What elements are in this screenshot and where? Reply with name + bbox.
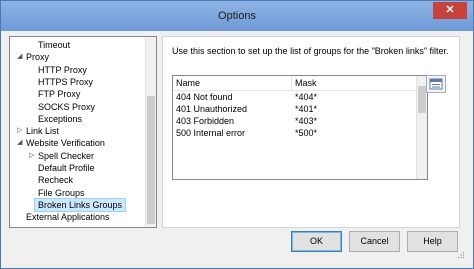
expand-arrow-icon[interactable]: ▷ [29,150,34,162]
tree-item-label: FTP Proxy [38,89,81,100]
panel-description: Use this section to set up the list of g… [172,46,449,56]
tree-item-label: Default Profile [38,163,95,173]
title-bar[interactable]: Options ✕ [1,1,473,31]
expand-arrow-icon[interactable]: ▷ [17,125,22,137]
tree-item-label: Recheck [38,175,74,186]
tree-scrollbar[interactable] [145,37,156,227]
cancel-button[interactable]: Cancel [349,231,400,252]
tree-item[interactable]: Exceptions [38,113,82,125]
group-name-cell: 401 Unauthorized [176,104,248,114]
column-header-mask[interactable]: Mask [295,78,317,88]
list-header: Name Mask [173,76,417,91]
tree-item-label: Broken Links Groups [38,199,123,210]
tree-item[interactable]: File Groups [38,187,85,199]
tree-item[interactable]: FTP Proxy [38,88,80,100]
tree-item-label: Spell Checker [38,150,95,161]
tree-scroll-thumb[interactable] [147,96,155,224]
tree-item[interactable]: SOCKS Proxy [38,101,95,113]
group-name-cell: 500 Internal error [176,128,246,138]
edit-list-button[interactable] [426,75,446,93]
collapse-arrow-icon[interactable]: ◢ [17,137,22,149]
tree-item[interactable]: Broken Links Groups [33,197,127,212]
options-tree[interactable]: Timeout ◢ Proxy HTTP Proxy HTTPS Proxy FTP Pr… [9,36,157,228]
tree-item[interactable]: ▷ Link List [17,125,60,137]
tree-item-label: Website Verification [26,138,105,149]
list-scroll-thumb[interactable] [418,86,426,113]
group-mask-cell: *404* [295,92,318,102]
column-header-name[interactable]: Name [176,78,200,88]
list-row[interactable]: 403 Forbidden *403* [173,115,417,127]
tree-item[interactable]: HTTP Proxy [38,64,87,76]
tree-item-label: HTTP Proxy [38,64,87,75]
tree-item[interactable]: ▷ Spell Checker [29,150,95,162]
close-button[interactable]: ✕ [433,2,467,19]
collapse-arrow-icon[interactable]: ◢ [17,51,22,63]
tree-item[interactable]: Timeout [38,39,70,51]
tree-item-label: SOCKS Proxy [38,101,96,112]
window-title: Options [218,10,256,22]
tree-item-label: External Applications [26,212,110,223]
help-button[interactable]: Help [407,231,458,252]
group-mask-cell: *500* [295,128,318,138]
tree-item-label: HTTPS Proxy [38,76,94,87]
group-name-cell: 403 Forbidden [176,116,235,126]
tree-item[interactable]: External Applications [26,211,110,223]
tree-item-label: Timeout [38,40,71,50]
list-row[interactable]: 401 Unauthorized *401* [173,103,417,115]
tree-item-label: File Groups [38,187,85,198]
group-name-cell: 404 Not found [176,92,233,102]
tree-item-label: Link List [26,126,60,137]
tree-item-label: Exceptions [38,113,83,124]
tree-item[interactable]: ◢ Website Verification [17,137,105,149]
groups-list[interactable]: Name Mask 404 Not found *404* 401 Unauthor… [172,75,428,180]
dialog-client: Timeout ◢ Proxy HTTP Proxy HTTPS Proxy FTP Pr… [7,32,467,261]
ok-button[interactable]: OK [291,231,342,252]
tree-item[interactable]: Recheck [38,174,73,186]
list-edit-icon [429,78,443,90]
column-separator[interactable] [291,76,292,90]
tree-item[interactable]: Default Profile [38,162,95,174]
tree-item[interactable]: ◢ Proxy [17,51,50,63]
settings-panel: Use this section to set up the list of g… [162,36,460,228]
resize-grip-icon[interactable] [457,251,465,259]
tree-item-label: Proxy [26,52,50,63]
list-row[interactable]: 500 Internal error *500* [173,127,417,139]
list-row[interactable]: 404 Not found *404* [173,91,417,103]
group-mask-cell: *403* [295,116,318,126]
options-window: Options ✕ Timeout ◢ Proxy HTTP Proxy HTTPS P… [0,0,474,269]
tree-item[interactable]: HTTPS Proxy [38,76,93,88]
group-mask-cell: *401* [295,104,318,114]
